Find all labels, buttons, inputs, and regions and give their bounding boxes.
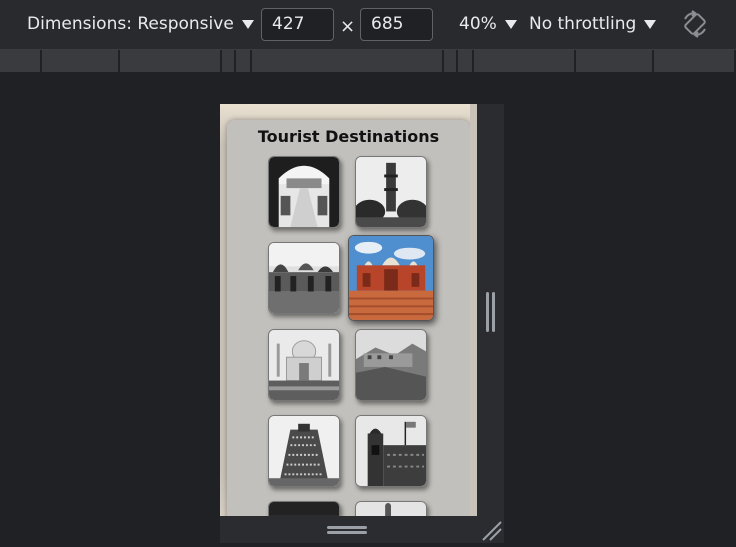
zoom-dropdown[interactable]: 40% [459,14,517,34]
grip-line [327,526,367,529]
page-scrollbar[interactable] [470,104,477,516]
thumbnail-hill-fort[interactable] [355,329,427,401]
zoom-label: 40% [459,14,497,34]
page-frame: Tourist Destinations [220,104,477,516]
grip-line [492,292,495,332]
device-viewport: Tourist Destinations [220,104,504,543]
grip-line [327,531,367,534]
grip-line [486,292,489,332]
ruler-segment[interactable] [0,50,42,72]
page-title: Tourist Destinations [257,127,440,146]
device-toolbar: Dimensions: Responsive 427 × 685 40% No … [0,0,736,50]
ruler-segment[interactable] [222,50,236,72]
times-separator: × [340,16,356,37]
gallery-card: Tourist Destinations [227,120,470,516]
thumbnail-taj-mahal[interactable] [268,329,340,401]
resize-corner-icon[interactable] [477,516,504,543]
thumbnail-minaret-tower[interactable] [355,156,427,228]
ruler-segment[interactable] [458,50,474,72]
throttling-dropdown[interactable]: No throttling [529,14,657,34]
rotate-icon[interactable] [680,9,710,39]
chevron-down-icon [504,19,517,29]
thumbnail-partial-dark[interactable] [268,501,340,516]
ruler-segment[interactable] [120,50,222,72]
width-input[interactable]: 427 [261,8,334,41]
throttling-label: No throttling [529,14,637,34]
chevron-down-icon [241,19,254,29]
thumbnail-palace-with-flag[interactable] [355,415,427,487]
ruler-segment[interactable] [236,50,252,72]
thumbnail-temple-gopuram[interactable] [268,415,340,487]
chevron-down-icon [644,19,657,29]
ruler-segment[interactable] [654,50,736,72]
ruler-segment[interactable] [474,50,576,72]
dimensions-dropdown[interactable]: Dimensions: Responsive [27,14,254,34]
ruler-segment[interactable] [252,50,444,72]
resize-handle-right[interactable] [477,104,504,516]
resize-handle-bottom[interactable] [220,516,477,543]
thumbnail-red-fort-mosque[interactable] [348,235,434,321]
media-query-ruler [0,50,736,72]
thumbnail-cenotaphs[interactable] [268,242,340,314]
ruler-segment[interactable] [42,50,120,72]
thumbnail-partial-statue[interactable] [355,501,427,516]
height-input[interactable]: 685 [360,8,433,41]
ruler-segment[interactable] [576,50,654,72]
ruler-segment[interactable] [444,50,458,72]
thumbnail-arch-courtyard[interactable] [268,156,340,228]
dimensions-label: Dimensions: Responsive [27,14,234,34]
